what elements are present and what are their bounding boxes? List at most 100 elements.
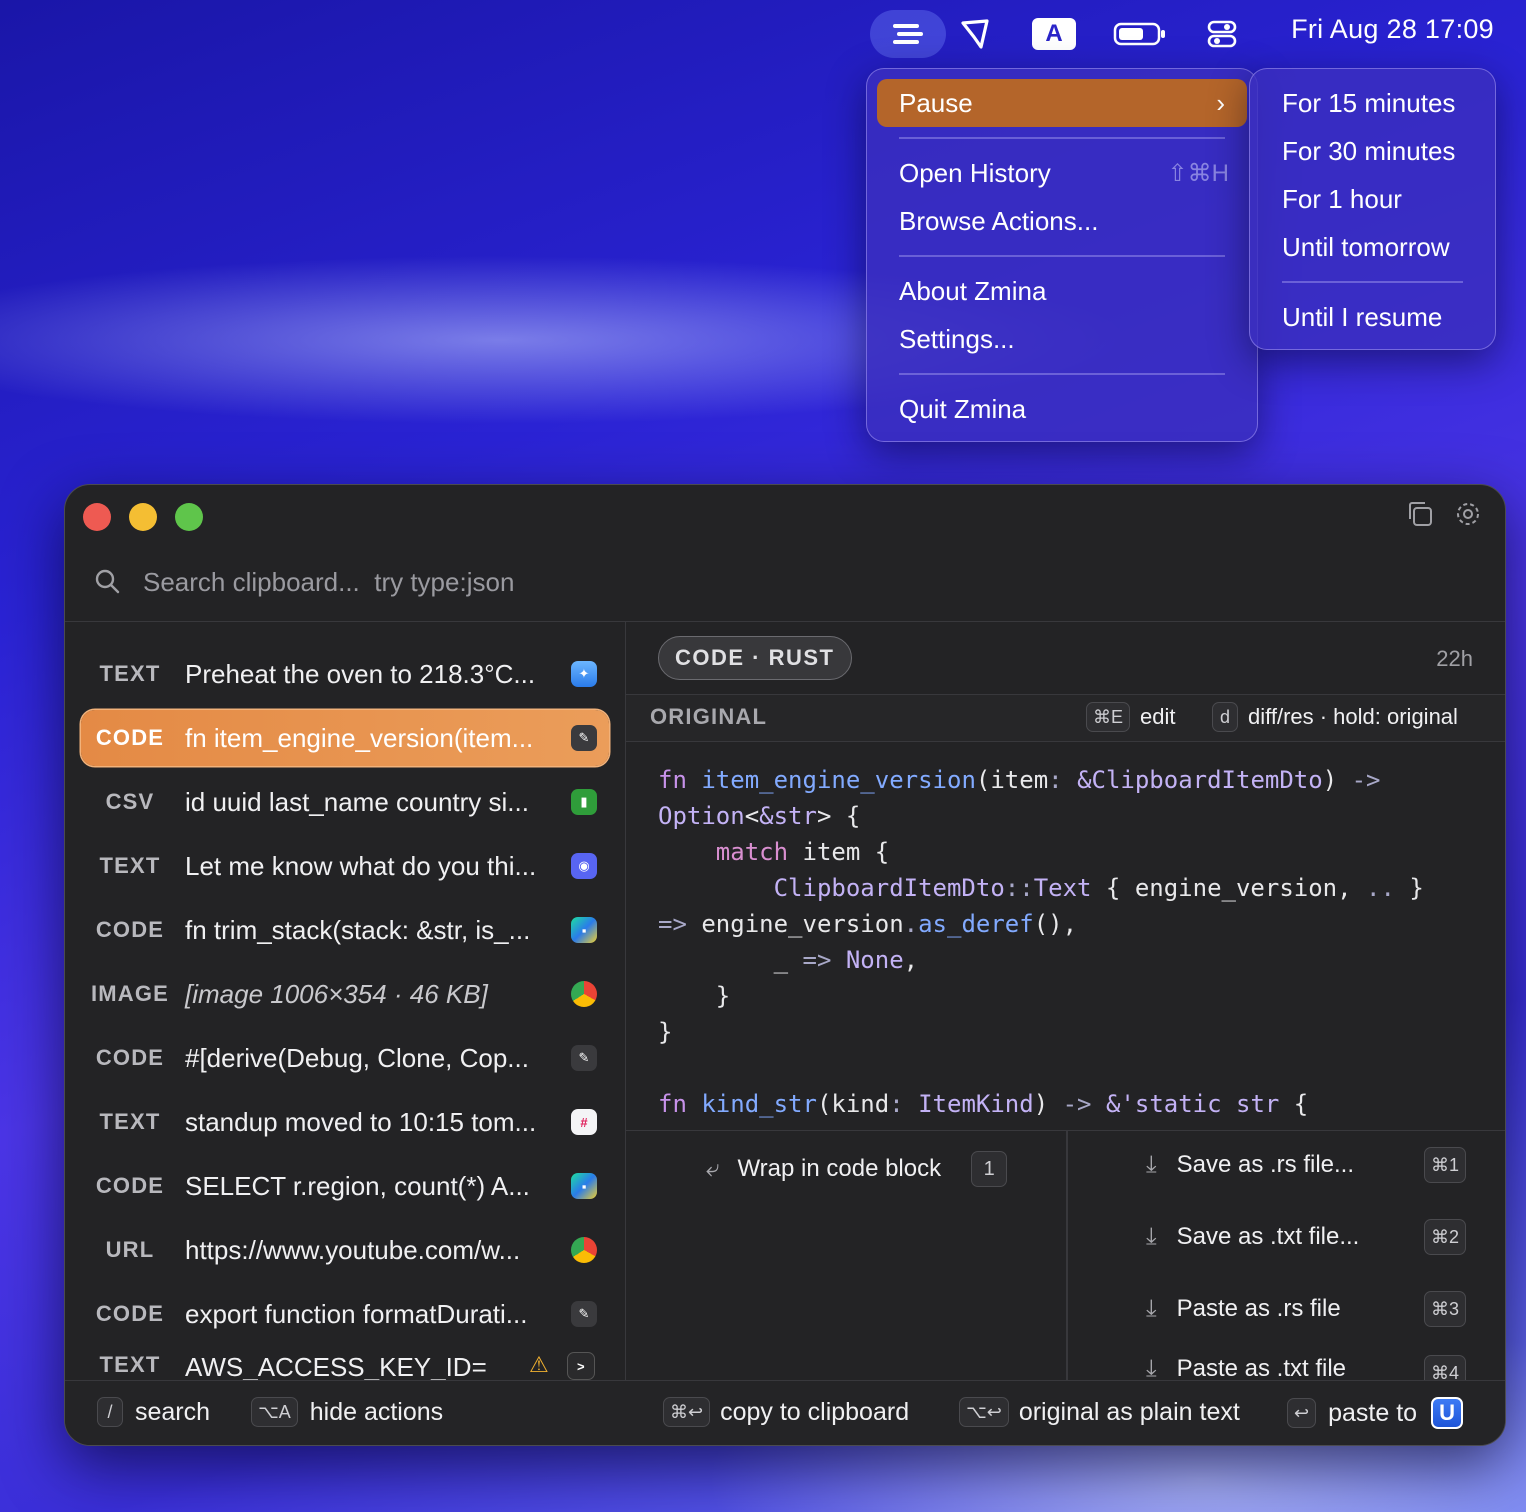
minimize-button[interactable] [129, 503, 157, 531]
menu-item-label: Until I resume [1282, 301, 1443, 332]
menu-item-label: For 1 hour [1282, 183, 1402, 214]
item-kind: TEXT [99, 1352, 161, 1377]
editor-icon: ✎ [571, 1301, 597, 1327]
action-label: Wrap in code block [737, 1155, 942, 1182]
menu-item-settings[interactable]: Settings... [877, 315, 1247, 363]
chrome-icon [571, 981, 597, 1007]
hint-key: ⌘↩ [663, 1397, 711, 1427]
close-button[interactable] [83, 503, 111, 531]
item-preview: AWS_ACCESS_KEY_ID= [185, 1352, 487, 1381]
clipboard-list[interactable]: TEXT Preheat the oven to 218.3°C... ✦ CO… [65, 622, 626, 1381]
save-txt-action[interactable]: ⤓ Save as .txt file... ⌘2 [1146, 1219, 1466, 1255]
pause-submenu: For 15 minutes For 30 minutes For 1 hour… [1249, 68, 1496, 350]
action-key: 1 [971, 1151, 1008, 1187]
control-center-icon[interactable] [1198, 10, 1246, 58]
hint-copy[interactable]: ⌘↩ copy to clipboard [663, 1397, 909, 1427]
menu-item-about[interactable]: About Zmina [877, 267, 1247, 315]
type-badge: CODE · RUST [658, 636, 852, 680]
edit-action[interactable]: ⌘E edit [1086, 702, 1176, 732]
list-item[interactable]: TEXT AWS_ACCESS_KEY_ID= ⚠ > [81, 1344, 609, 1381]
diff-key: d [1212, 702, 1238, 732]
paste-txt-action[interactable]: ⤓ Paste as .txt file ⌘4 [1146, 1355, 1466, 1381]
action-key: ⌘2 [1423, 1219, 1466, 1255]
menubar-clock[interactable]: Fri Aug 28 17:09 [1291, 14, 1494, 45]
item-kind: CODE [95, 725, 165, 750]
submenu-item-15min[interactable]: For 15 minutes [1260, 79, 1485, 127]
menu-item-label: Open History [899, 157, 1051, 188]
item-kind: TEXT [99, 1109, 161, 1134]
item-preview: [image 1006×354 · 46 KB] [185, 978, 488, 1009]
menu-item-label: Until tomorrow [1282, 231, 1450, 262]
menu-item-label: Settings... [899, 323, 1015, 354]
submenu-item-tomorrow[interactable]: Until tomorrow [1260, 223, 1485, 271]
shortcut-label: ⇧⌘H [1167, 159, 1229, 187]
hint-plain-text[interactable]: ⌥↩ original as plain text [959, 1397, 1240, 1427]
list-item-selected[interactable]: CODE fn item_engine_version(item... ✎ [81, 710, 609, 766]
search-input[interactable] [141, 561, 1045, 603]
list-item[interactable]: IMAGE [image 1006×354 · 46 KB] [81, 966, 609, 1022]
input-source-icon[interactable]: A [1030, 10, 1078, 58]
download-icon: ⤓ [1146, 1295, 1157, 1322]
zoom-button[interactable] [175, 503, 203, 531]
wrap-code-block-action[interactable]: ⤶ Wrap in code block 1 [706, 1151, 1008, 1187]
list-item[interactable]: CODE SELECT r.region, count(*) A... ▪ [81, 1158, 609, 1214]
menu-divider [899, 373, 1225, 375]
list-item[interactable]: TEXT Let me know what do you thi... ◉ [81, 838, 609, 894]
list-item[interactable]: TEXT standup moved to 10:15 tom... # [81, 1094, 609, 1150]
slack-icon: # [571, 1109, 597, 1135]
save-rs-action[interactable]: ⤓ Save as .rs file... ⌘1 [1146, 1147, 1466, 1183]
item-kind: CODE [95, 1045, 165, 1070]
wrap-icon: ⤶ [706, 1155, 720, 1182]
zmina-menubar-icon[interactable] [870, 10, 946, 58]
list-item[interactable]: CODE export function formatDurati... ✎ [81, 1286, 609, 1342]
menu-divider [1282, 281, 1463, 283]
action-label: Save as .rs file... [1176, 1151, 1355, 1178]
safari-icon: ✦ [571, 661, 597, 687]
list-item[interactable]: URL https://www.youtube.com/w... [81, 1222, 609, 1278]
editor-icon: ✎ [571, 1045, 597, 1071]
search-bar [65, 547, 1505, 622]
item-preview: id uuid last_name country si... [185, 786, 529, 817]
actions-divider [1066, 1131, 1068, 1381]
paste-rs-action[interactable]: ⤓ Paste as .rs file ⌘3 [1146, 1291, 1466, 1327]
warning-icon: ⚠ [529, 1352, 549, 1377]
submenu-item-30min[interactable]: For 30 minutes [1260, 127, 1485, 175]
menu-item-quit[interactable]: Quit Zmina [877, 385, 1247, 433]
code-preview[interactable]: fn item_engine_version(item: &ClipboardI… [658, 762, 1495, 1122]
hint-paste-to[interactable]: ↩ paste to U [1287, 1397, 1464, 1429]
submenu-item-until-resume[interactable]: Until I resume [1260, 293, 1485, 341]
cursor-app-icon[interactable] [952, 10, 1000, 58]
diff-action[interactable]: d diff/res · hold: original [1212, 702, 1458, 732]
chrome-icon [571, 1237, 597, 1263]
list-item[interactable]: CODE fn trim_stack(stack: &str, is_... ▪ [81, 902, 609, 958]
numbers-icon: ▮ [571, 789, 597, 815]
menu-item-label: About Zmina [899, 275, 1047, 306]
menu-item-label: Browse Actions... [899, 205, 1099, 236]
detail-panel: CODE · RUST 22h ORIGINAL ⌘E edit d diff/… [626, 622, 1505, 1381]
item-preview: https://www.youtube.com/w... [185, 1234, 521, 1265]
list-item[interactable]: TEXT Preheat the oven to 218.3°C... ✦ [81, 646, 609, 702]
download-icon: ⤓ [1146, 1223, 1157, 1250]
item-age: 22h [1436, 646, 1473, 671]
hint-search[interactable]: / search [97, 1397, 210, 1427]
diff-label: diff/res · hold: original [1248, 704, 1458, 729]
action-label: Paste as .txt file [1176, 1355, 1347, 1381]
copy-window-icon[interactable] [1405, 499, 1435, 534]
menu-item-open-history[interactable]: Open History ⇧⌘H [877, 149, 1247, 197]
menu-item-pause[interactable]: Pause › [877, 79, 1247, 127]
list-item[interactable]: CSV id uuid last_name country si... ▮ [81, 774, 609, 830]
menu-divider [899, 137, 1225, 139]
hint-hide-actions[interactable]: ⌥A hide actions [251, 1397, 443, 1427]
webstorm-icon: ▪ [571, 917, 597, 943]
item-kind: IMAGE [90, 981, 170, 1006]
menu-item-label: For 30 minutes [1282, 135, 1456, 166]
search-icon [93, 567, 121, 600]
item-preview: standup moved to 10:15 tom... [185, 1106, 537, 1137]
gear-icon[interactable] [1453, 499, 1483, 534]
menu-item-browse-actions[interactable]: Browse Actions... [877, 197, 1247, 245]
submenu-item-1hour[interactable]: For 1 hour [1260, 175, 1485, 223]
list-item[interactable]: CODE #[derive(Debug, Clone, Cop... ✎ [81, 1030, 609, 1086]
action-label: Save as .txt file... [1176, 1223, 1360, 1250]
battery-icon[interactable] [1112, 10, 1168, 58]
hint-label: original as plain text [1018, 1397, 1240, 1426]
